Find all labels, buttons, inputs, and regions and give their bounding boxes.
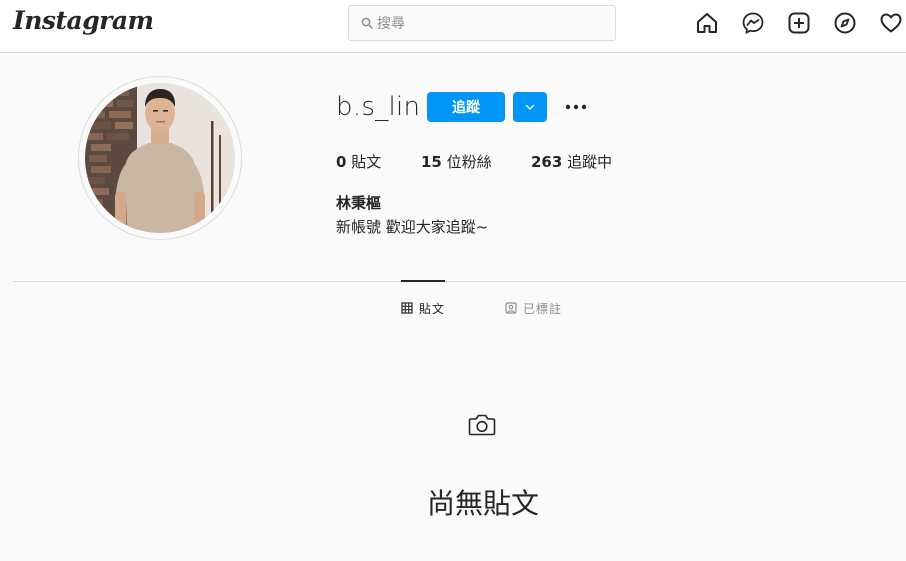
search-icon — [361, 17, 373, 29]
posts-count-stat: 0 貼文 — [336, 151, 381, 172]
profile-bio: 新帳號 歡迎大家追蹤~ — [336, 218, 489, 236]
following-count: 263 — [531, 153, 563, 171]
posts-count: 0 — [336, 153, 347, 171]
tab-tagged[interactable]: 已標註 — [505, 300, 562, 316]
search-box[interactable] — [348, 5, 616, 41]
more-options-icon — [565, 104, 587, 110]
followers-count-stat[interactable]: 15 位粉絲 — [421, 151, 492, 172]
tab-posts[interactable]: 貼文 — [401, 300, 445, 316]
following-count-label: 追蹤中 — [567, 153, 613, 171]
profile-full-name: 林秉樞 — [336, 194, 382, 212]
new-post-icon[interactable] — [787, 11, 811, 35]
grid-icon — [401, 302, 413, 314]
search-input[interactable] — [377, 14, 597, 34]
suggested-accounts-button[interactable] — [513, 92, 547, 122]
posts-count-label: 貼文 — [351, 153, 382, 171]
camera-icon — [468, 414, 496, 436]
tab-tagged-label: 已標註 — [523, 302, 563, 316]
followers-count: 15 — [421, 153, 442, 171]
followers-count-label: 位粉絲 — [446, 153, 492, 171]
home-icon[interactable] — [695, 11, 719, 35]
follow-button[interactable]: 追蹤 — [427, 92, 505, 122]
profile-avatar-ring — [78, 76, 242, 240]
following-count-stat[interactable]: 263 追蹤中 — [531, 151, 612, 172]
tab-posts-label: 貼文 — [419, 302, 446, 316]
tagged-icon — [505, 302, 517, 314]
activity-icon[interactable] — [879, 11, 903, 35]
explore-icon[interactable] — [833, 11, 857, 35]
tab-active-indicator — [401, 280, 445, 282]
empty-state-title: 尚無貼文 — [426, 487, 539, 520]
instagram-logo[interactable]: Instagram — [13, 6, 154, 35]
chevron-down-icon — [525, 104, 535, 110]
tabs-divider — [13, 281, 906, 282]
top-navigation-bar: Instagram — [0, 0, 906, 53]
messenger-icon[interactable] — [741, 11, 765, 35]
more-options-button[interactable] — [562, 96, 590, 118]
profile-avatar[interactable] — [85, 83, 235, 233]
profile-username: b.s_lin — [336, 92, 421, 122]
